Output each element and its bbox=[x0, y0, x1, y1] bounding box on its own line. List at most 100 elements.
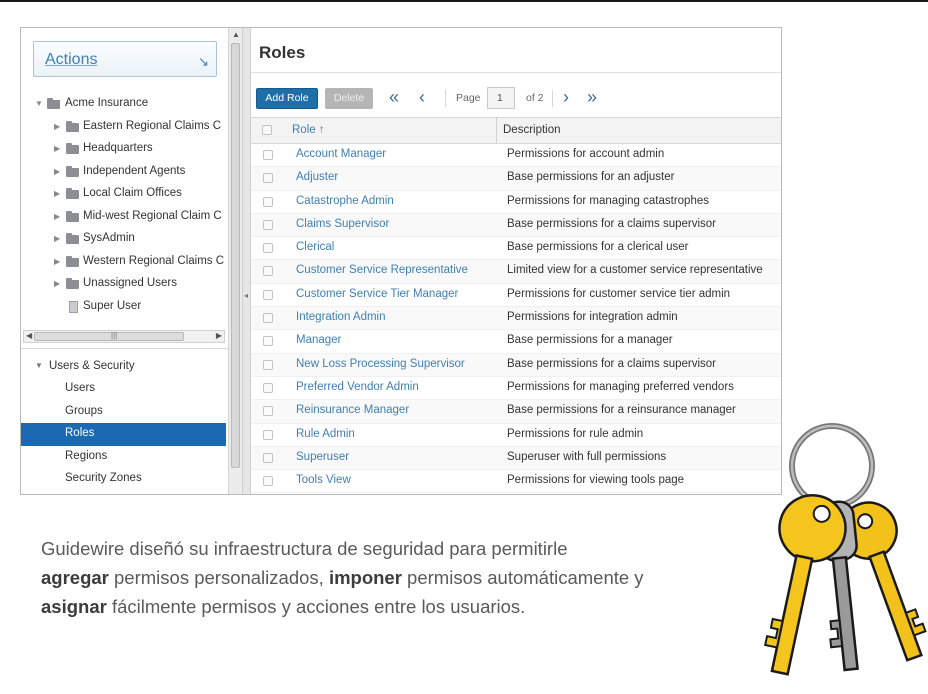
actions-button[interactable]: Actions ↘ bbox=[33, 41, 217, 77]
folder-icon bbox=[66, 278, 79, 289]
collapse-panel-icon[interactable]: ◂ bbox=[244, 291, 248, 300]
row-checkbox[interactable] bbox=[263, 382, 273, 393]
table-row: Preferred Vendor Admin Permissions for ma… bbox=[251, 377, 781, 401]
role-description: Base permissions for a clerical user bbox=[507, 241, 689, 254]
panel-splitter[interactable]: ◂ bbox=[242, 28, 251, 494]
tree-node[interactable]: ▶ Mid-west Regional Claim C bbox=[21, 207, 231, 230]
expand-icon[interactable]: ▶ bbox=[54, 167, 60, 176]
collapse-icon[interactable]: ▼ bbox=[35, 99, 43, 108]
next-page-icon[interactable]: › bbox=[563, 87, 569, 107]
role-link[interactable]: New Loss Processing Supervisor bbox=[296, 358, 465, 370]
row-checkbox[interactable] bbox=[263, 429, 273, 440]
nav-item-label: Security Zones bbox=[65, 472, 142, 484]
nav-item-groups[interactable]: Groups bbox=[21, 401, 226, 424]
page-count: of 2 bbox=[526, 92, 544, 104]
scroll-left-icon[interactable]: ◀ bbox=[26, 331, 32, 340]
nav-item-users[interactable]: Users bbox=[21, 378, 226, 401]
expand-icon[interactable]: ▶ bbox=[54, 144, 60, 153]
tree-node[interactable]: Super User bbox=[21, 297, 231, 320]
role-description: Permissions for managing catastrophes bbox=[507, 194, 709, 207]
tree-node-label: Eastern Regional Claims C bbox=[83, 119, 222, 132]
row-checkbox[interactable] bbox=[263, 336, 273, 347]
column-header-role[interactable]: Role ↑ bbox=[292, 124, 325, 136]
role-link[interactable]: Tools View bbox=[296, 474, 351, 486]
role-link[interactable]: Superuser bbox=[296, 451, 349, 463]
left-vertical-scrollbar[interactable]: ▲ bbox=[228, 28, 243, 494]
row-checkbox[interactable] bbox=[263, 289, 273, 300]
role-description: Permissions for managing preferred vendo… bbox=[507, 380, 734, 393]
tree-node[interactable]: ▶ Local Claim Offices bbox=[21, 184, 231, 207]
scroll-up-icon[interactable]: ▲ bbox=[232, 30, 240, 39]
caption-bold: agregar bbox=[41, 567, 109, 588]
expand-icon[interactable]: ▶ bbox=[54, 212, 60, 221]
tree-node[interactable]: ▶ Eastern Regional Claims C bbox=[21, 117, 231, 140]
row-checkbox[interactable] bbox=[263, 452, 273, 463]
expand-icon[interactable]: ▶ bbox=[54, 122, 60, 131]
row-checkbox[interactable] bbox=[263, 313, 273, 324]
tree-node[interactable]: ▶ SysAdmin bbox=[21, 229, 231, 252]
row-checkbox[interactable] bbox=[263, 359, 273, 370]
prev-page-icon[interactable]: ‹ bbox=[419, 87, 425, 107]
expand-icon[interactable]: ▶ bbox=[54, 279, 60, 288]
row-checkbox[interactable] bbox=[263, 150, 273, 160]
table-row: Rule Admin Permissions for rule admin bbox=[251, 424, 781, 447]
tree-node[interactable]: ▶ Western Regional Claims C bbox=[21, 252, 231, 275]
nav-item-regions[interactable]: Regions bbox=[21, 446, 226, 469]
tree-root[interactable]: ▼ Acme Insurance bbox=[21, 94, 231, 117]
row-checkbox[interactable] bbox=[263, 243, 273, 254]
tree-node[interactable]: ▶ Headquarters bbox=[21, 139, 231, 162]
table-row: Claims Supervisor Base permissions for a … bbox=[251, 213, 781, 238]
role-link[interactable]: Customer Service Representative bbox=[296, 264, 468, 276]
row-checkbox[interactable] bbox=[263, 196, 273, 207]
row-checkbox[interactable] bbox=[263, 476, 273, 487]
delete-button[interactable]: Delete bbox=[325, 88, 373, 109]
expand-icon[interactable]: ▶ bbox=[54, 257, 60, 266]
scroll-thumb[interactable]: ||| bbox=[34, 331, 184, 341]
select-all-checkbox[interactable] bbox=[262, 125, 272, 135]
role-link[interactable]: Rule Admin bbox=[296, 428, 355, 440]
tree-horizontal-scrollbar[interactable]: ◀ ||| ▶ bbox=[23, 330, 225, 343]
row-checkbox[interactable] bbox=[263, 173, 273, 184]
row-checkbox[interactable] bbox=[263, 219, 273, 230]
role-description: Permissions for viewing tools page bbox=[507, 474, 685, 487]
last-page-icon[interactable]: » bbox=[587, 87, 597, 107]
org-tree: ▼ Acme Insurance ▶ Eastern Regional Clai… bbox=[21, 94, 231, 319]
column-divider[interactable] bbox=[496, 118, 497, 143]
expand-icon[interactable]: ▶ bbox=[54, 234, 60, 243]
role-link[interactable]: Integration Admin bbox=[296, 311, 386, 323]
scroll-right-icon[interactable]: ▶ bbox=[216, 331, 222, 340]
column-header-description[interactable]: Description bbox=[503, 124, 561, 136]
tree-node-label: Super User bbox=[83, 299, 142, 312]
role-link[interactable]: Account Manager bbox=[296, 148, 386, 160]
role-description: Base permissions for a reinsurance manag… bbox=[507, 404, 736, 417]
nav-item-roles[interactable]: Roles bbox=[21, 423, 226, 446]
row-checkbox[interactable] bbox=[263, 406, 273, 417]
left-panel: Actions ↘ ▼ Acme Insurance ▶ Eastern Reg… bbox=[21, 28, 243, 494]
collapse-icon[interactable]: ▼ bbox=[35, 361, 43, 370]
role-link[interactable]: Clerical bbox=[296, 241, 334, 253]
nav-item-security-zones[interactable]: Security Zones bbox=[21, 468, 226, 491]
tree-node[interactable]: ▶ Independent Agents bbox=[21, 162, 231, 185]
roles-table: Account Manager Permissions for account a… bbox=[251, 144, 781, 494]
role-link[interactable]: Preferred Vendor Admin bbox=[296, 381, 419, 393]
app-screenshot: Actions ↘ ▼ Acme Insurance ▶ Eastern Reg… bbox=[20, 27, 782, 495]
role-link[interactable]: Adjuster bbox=[296, 171, 338, 183]
role-link[interactable]: Claims Supervisor bbox=[296, 218, 389, 230]
role-link[interactable]: Catastrophe Admin bbox=[296, 195, 394, 207]
table-row: Account Manager Permissions for account a… bbox=[251, 144, 781, 168]
tree-node[interactable]: ▶ Unassigned Users bbox=[21, 274, 231, 297]
admin-nav: ▼ Users & Security Users Groups Roles Re… bbox=[21, 356, 226, 491]
page-number-input[interactable]: 1 bbox=[487, 87, 515, 109]
caption-text: fácilmente permisos y acciones entre los… bbox=[106, 596, 526, 617]
caption-bold: asignar bbox=[41, 596, 107, 617]
role-link[interactable]: Manager bbox=[296, 334, 341, 346]
add-role-button[interactable]: Add Role bbox=[256, 88, 318, 109]
row-checkbox[interactable] bbox=[263, 266, 273, 277]
table-row: Catastrophe Admin Permissions for managin… bbox=[251, 191, 781, 214]
expand-icon[interactable]: ▶ bbox=[54, 189, 60, 198]
scroll-thumb[interactable] bbox=[231, 43, 240, 468]
role-link[interactable]: Customer Service Tier Manager bbox=[296, 288, 458, 300]
nav-section-users-security[interactable]: ▼ Users & Security bbox=[21, 356, 226, 378]
first-page-icon[interactable]: « bbox=[389, 87, 399, 107]
role-link[interactable]: Reinsurance Manager bbox=[296, 404, 409, 416]
